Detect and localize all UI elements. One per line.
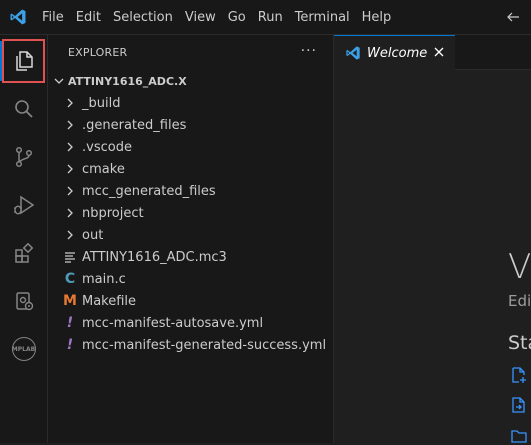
tree-item-label: mcc-manifest-generated-success.yml xyxy=(82,337,327,353)
tree-item-label: mcc-manifest-autosave.yml xyxy=(82,315,264,331)
explorer-sidebar: EXPLORER ··· ATTINY1616_ADC.X _build .ge… xyxy=(48,35,334,443)
tree-item-label: _build xyxy=(82,95,121,111)
mplab-button[interactable]: MPLAB xyxy=(0,325,47,373)
c-file-icon: C xyxy=(64,271,76,287)
menu-go[interactable]: Go xyxy=(222,0,252,35)
workspace-folder-name: ATTINY1616_ADC.X xyxy=(68,74,187,88)
tree-file-mc3[interactable]: ATTINY1616_ADC.mc3 xyxy=(48,246,333,268)
chevron-right-icon xyxy=(67,98,73,108)
editor-area: Welcome V Edi Sta xyxy=(334,35,531,443)
vscode-logo-icon xyxy=(10,9,26,25)
tree-item-label: .generated_files xyxy=(82,117,187,133)
chevron-right-icon xyxy=(67,164,73,174)
activity-bar: MPLAB xyxy=(0,35,48,443)
welcome-heading: V xyxy=(508,247,531,287)
tree-folder-out[interactable]: out xyxy=(48,224,333,246)
chip-gear-icon xyxy=(15,292,33,311)
extensions-icon xyxy=(14,242,33,263)
extensions-button[interactable] xyxy=(0,229,47,277)
more-actions-button[interactable]: ··· xyxy=(301,43,317,59)
new-file-icon[interactable] xyxy=(510,366,528,384)
tree-file-manifest-autosave[interactable]: ! mcc-manifest-autosave.yml xyxy=(48,312,333,334)
workspace-folder-header[interactable]: ATTINY1616_ADC.X xyxy=(48,70,333,92)
makefile-icon: M xyxy=(63,293,77,309)
welcome-subheading: Edi xyxy=(508,292,531,310)
close-icon[interactable] xyxy=(432,45,446,59)
tree-folder-cmake[interactable]: cmake xyxy=(48,158,333,180)
chevron-down-icon xyxy=(54,78,64,84)
tree-item-label: cmake xyxy=(82,161,125,177)
text-lines-icon xyxy=(65,252,75,263)
tree-folder-build[interactable]: _build xyxy=(48,92,333,114)
tree-item-label: .vscode xyxy=(82,139,132,155)
device-settings-button[interactable] xyxy=(0,277,47,325)
chevron-right-icon xyxy=(67,208,73,218)
tree-folder-generated-files[interactable]: .generated_files xyxy=(48,114,333,136)
file-tree: _build .generated_files .vscode cmake mc… xyxy=(48,92,333,356)
chevron-right-icon xyxy=(67,186,73,196)
tree-item-label: out xyxy=(82,227,104,243)
chevron-right-icon xyxy=(67,120,73,130)
tree-folder-mcc-generated-files[interactable]: mcc_generated_files xyxy=(48,180,333,202)
menu-edit[interactable]: Edit xyxy=(70,0,107,35)
tree-folder-vscode[interactable]: .vscode xyxy=(48,136,333,158)
tree-item-label: main.c xyxy=(82,271,126,287)
source-control-button[interactable] xyxy=(0,133,47,181)
tree-file-main-c[interactable]: C main.c xyxy=(48,268,333,290)
menu-run[interactable]: Run xyxy=(252,0,289,35)
search-icon xyxy=(14,100,33,118)
vscode-logo-icon xyxy=(346,46,360,60)
tree-item-label: ATTINY1616_ADC.mc3 xyxy=(82,249,227,265)
tab-label: Welcome xyxy=(367,45,428,61)
yaml-file-icon: ! xyxy=(66,315,74,331)
chevron-right-icon xyxy=(67,230,73,240)
menu-selection[interactable]: Selection xyxy=(107,0,179,35)
menu-help[interactable]: Help xyxy=(356,0,398,35)
menu-terminal[interactable]: Terminal xyxy=(289,0,356,35)
source-control-icon xyxy=(15,146,32,168)
tree-folder-nbproject[interactable]: nbproject xyxy=(48,202,333,224)
open-folder-icon[interactable] xyxy=(510,427,528,445)
tree-file-makefile[interactable]: M Makefile xyxy=(48,290,333,312)
back-arrow-icon[interactable] xyxy=(505,9,521,25)
open-file-icon[interactable] xyxy=(510,396,528,414)
search-button[interactable] xyxy=(0,85,47,133)
tree-item-label: Makefile xyxy=(82,293,137,309)
files-icon xyxy=(15,51,33,71)
start-section-title: Sta xyxy=(508,332,531,354)
tree-item-label: nbproject xyxy=(82,205,144,221)
explorer-button[interactable] xyxy=(0,37,47,85)
tree-file-manifest-generated-success[interactable]: ! mcc-manifest-generated-success.yml xyxy=(48,334,333,356)
chevron-right-icon xyxy=(67,142,73,152)
run-debug-icon xyxy=(13,195,34,215)
tree-item-label: mcc_generated_files xyxy=(82,183,216,199)
yaml-file-icon: ! xyxy=(66,337,74,353)
explorer-title: EXPLORER xyxy=(68,46,128,59)
menu-bar: File Edit Selection View Go Run Terminal… xyxy=(36,0,397,35)
tab-welcome[interactable]: Welcome xyxy=(334,35,455,70)
editor-tab-bar: Welcome xyxy=(334,35,531,70)
menu-file[interactable]: File xyxy=(36,0,70,35)
menu-view[interactable]: View xyxy=(179,0,222,35)
run-debug-button[interactable] xyxy=(0,181,47,229)
title-bar: File Edit Selection View Go Run Terminal… xyxy=(0,0,531,35)
mplab-icon: MPLAB xyxy=(11,337,36,361)
